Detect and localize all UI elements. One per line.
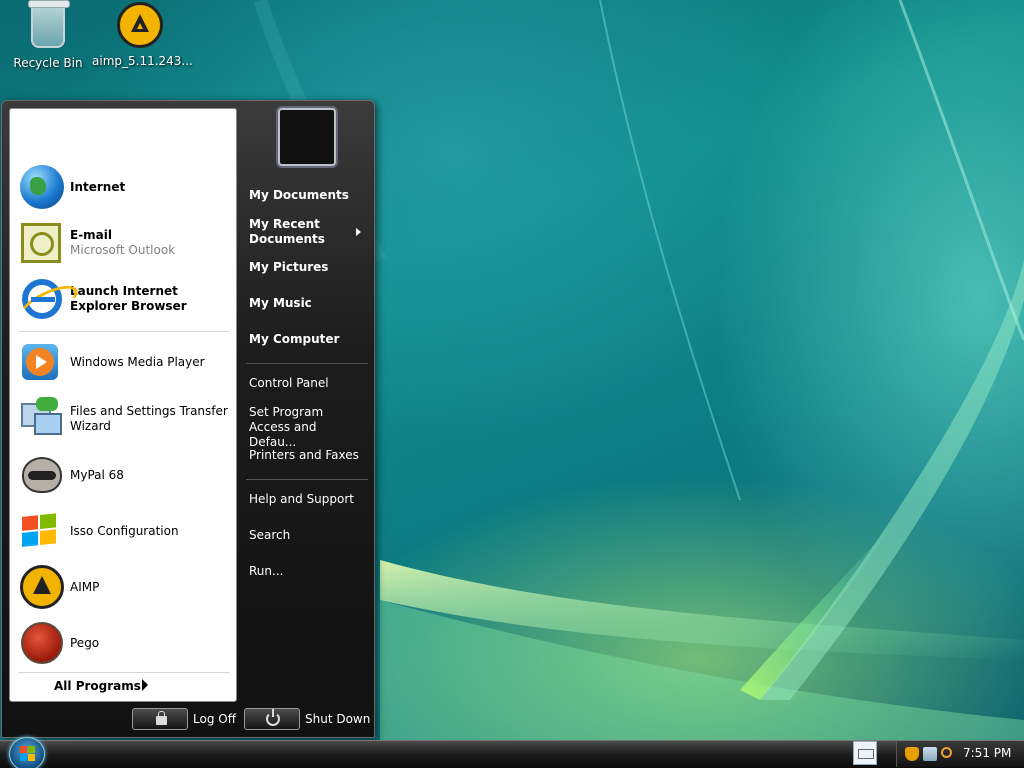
- set-program-access-link[interactable]: Set Program Access and Defau...: [249, 405, 359, 450]
- recent-pego[interactable]: Pego: [18, 617, 230, 669]
- pinned-email[interactable]: E-mail Microsoft Outlook: [18, 217, 230, 269]
- recent-mypal-label: MyPal 68: [70, 467, 124, 482]
- recent-pego-label: Pego: [70, 635, 100, 650]
- my-pictures-link[interactable]: My Pictures: [249, 260, 328, 275]
- pinned-separator: [18, 331, 230, 332]
- all-programs-separator: [18, 672, 230, 673]
- recent-fstw-label: Files and Settings Transfer Wizard: [70, 404, 228, 433]
- user-picture[interactable]: [278, 108, 336, 166]
- my-documents-link[interactable]: My Documents: [249, 188, 349, 203]
- outlook-icon: [21, 223, 61, 263]
- recent-mypal[interactable]: MyPal 68: [18, 449, 230, 501]
- printers-faxes-link[interactable]: Printers and Faxes: [249, 448, 359, 463]
- aimp-installer-desktop-icon[interactable]: aimp_5.11.243...: [92, 2, 193, 68]
- start-button[interactable]: [9, 737, 45, 768]
- all-programs-button[interactable]: All Programs: [54, 679, 141, 693]
- recent-windows-media-player[interactable]: Windows Media Player: [18, 336, 230, 388]
- recent-isso-configuration[interactable]: Isso Configuration: [18, 505, 230, 557]
- media-player-icon: [22, 344, 58, 380]
- recent-files-settings-transfer[interactable]: Files and Settings Transfer Wizard: [18, 393, 230, 445]
- recycle-bin-desktop-icon[interactable]: Recycle Bin: [0, 0, 96, 70]
- shut-down-button[interactable]: [244, 708, 300, 730]
- power-icon: [266, 709, 280, 726]
- aimp-icon: [20, 565, 64, 609]
- lock-icon: [156, 711, 167, 725]
- control-panel-link[interactable]: Control Panel: [249, 376, 329, 391]
- keyboard-icon[interactable]: [853, 741, 877, 765]
- raccoon-icon: [22, 457, 62, 493]
- windows-flag-icon: [22, 513, 58, 549]
- recent-isso-label: Isso Configuration: [70, 523, 179, 538]
- clock[interactable]: 7:51 PM: [963, 746, 1011, 760]
- pinned-email-label: E-mail: [70, 228, 113, 242]
- chevron-right-icon: [142, 679, 148, 691]
- submenu-arrow-icon: [356, 228, 361, 236]
- recycle-bin-label: Recycle Bin: [13, 56, 83, 70]
- recent-wmp-label: Windows Media Player: [70, 354, 205, 369]
- right-separator-1: [246, 363, 368, 364]
- recycle-bin-icon: [28, 0, 70, 48]
- my-recent-documents-link[interactable]: My Recent Documents: [249, 217, 349, 247]
- help-support-link[interactable]: Help and Support: [249, 492, 354, 507]
- pinned-internet-label: Internet: [70, 179, 126, 194]
- windows-logo-icon: [20, 746, 36, 762]
- recent-aimp[interactable]: AIMP: [18, 561, 230, 613]
- recent-aimp-label: AIMP: [70, 579, 100, 594]
- internet-explorer-icon: [22, 279, 62, 319]
- right-separator-2: [246, 479, 368, 480]
- pinned-internet-explorer[interactable]: Launch Internet Explorer Browser: [18, 273, 230, 325]
- log-off-label[interactable]: Log Off: [193, 712, 236, 726]
- pego-icon: [21, 622, 63, 664]
- start-menu: Internet E-mail Microsoft Outlook Launch …: [1, 100, 375, 738]
- search-icon[interactable]: [941, 747, 952, 758]
- my-music-link[interactable]: My Music: [249, 296, 312, 311]
- shut-down-label[interactable]: Shut Down: [305, 712, 370, 726]
- aimp-icon: [117, 2, 163, 48]
- search-link[interactable]: Search: [249, 528, 290, 543]
- network-icon[interactable]: [923, 747, 937, 761]
- log-off-button[interactable]: [132, 708, 188, 730]
- globe-icon: [20, 165, 64, 209]
- system-tray: 7:51 PM: [896, 741, 1024, 767]
- aimp-installer-label: aimp_5.11.243...: [92, 54, 193, 68]
- shield-icon[interactable]: [905, 747, 919, 761]
- pinned-ie-label: Launch Internet Explorer Browser: [70, 284, 187, 313]
- my-computer-link[interactable]: My Computer: [249, 332, 339, 347]
- run-link[interactable]: Run...: [249, 564, 283, 579]
- start-menu-programs-pane: Internet E-mail Microsoft Outlook Launch …: [9, 108, 237, 702]
- pinned-internet[interactable]: Internet: [18, 161, 230, 213]
- pinned-email-sub: Microsoft Outlook: [70, 243, 176, 257]
- transfer-wizard-icon: [18, 395, 66, 443]
